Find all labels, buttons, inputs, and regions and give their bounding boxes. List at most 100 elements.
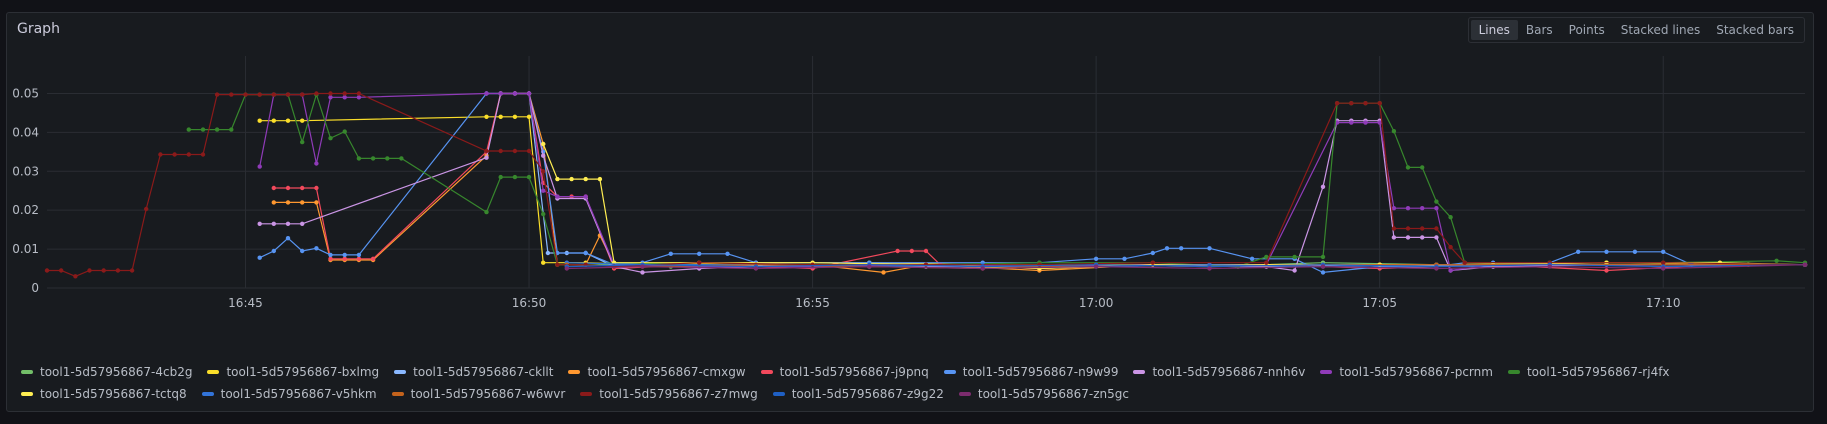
- legend-item[interactable]: tool1-5d57956867-j9pnq: [760, 361, 929, 383]
- data-point: [342, 256, 347, 261]
- data-point: [1632, 249, 1638, 254]
- data-point: [1576, 249, 1581, 254]
- y-tick-label: 0.04: [12, 125, 39, 139]
- graph-panel: Graph Lines Bars Points Stacked lines St…: [6, 12, 1814, 412]
- data-point: [668, 251, 673, 256]
- data-point: [867, 264, 872, 269]
- y-tick-label: 0.05: [12, 86, 39, 100]
- data-point: [1448, 268, 1453, 273]
- legend-swatch: [391, 392, 404, 396]
- data-point: [1434, 206, 1439, 211]
- data-point: [555, 262, 560, 267]
- series-layer: [44, 91, 1808, 279]
- legend-swatch: [580, 392, 593, 396]
- data-point: [1420, 206, 1425, 211]
- legend-item[interactable]: tool1-5d57956867-w6wvr: [391, 383, 565, 405]
- data-point: [1320, 270, 1326, 275]
- legend-item[interactable]: tool1-5d57956867-tctq8: [21, 383, 187, 405]
- data-point: [356, 91, 362, 96]
- series-tool1-5d57956867-rj4fx: [186, 92, 1808, 269]
- legend-label: tool1-5d57956867-rj4fx: [1526, 365, 1670, 379]
- x-tick-label: 17:00: [1079, 296, 1114, 310]
- data-point: [356, 156, 362, 161]
- data-point: [1405, 165, 1411, 170]
- data-point: [753, 266, 759, 271]
- legend-label: tool1-5d57956867-nnh6v: [1152, 365, 1306, 379]
- data-point: [200, 127, 206, 132]
- series-line: [259, 92, 1805, 274]
- data-point: [725, 251, 730, 256]
- legend-item[interactable]: tool1-5d57956867-z7mwg: [580, 383, 758, 405]
- data-point: [484, 209, 489, 215]
- legend-item[interactable]: tool1-5d57956867-cmxgw: [568, 361, 746, 383]
- legend-swatch: [1133, 370, 1146, 374]
- data-point: [300, 185, 305, 191]
- data-point: [1320, 184, 1326, 189]
- data-point: [285, 118, 291, 123]
- data-point: [229, 127, 234, 132]
- data-point: [1405, 226, 1411, 231]
- data-point: [564, 266, 569, 271]
- series-line: [259, 92, 1805, 272]
- data-point: [1434, 226, 1439, 231]
- data-point: [526, 114, 532, 120]
- y-tick-label: 0: [31, 281, 39, 295]
- data-point: [200, 152, 206, 157]
- legend-item[interactable]: tool1-5d57956867-n9w99: [943, 361, 1118, 383]
- legend-item[interactable]: tool1-5d57956867-4cb2g: [21, 361, 192, 383]
- data-point: [597, 176, 603, 182]
- data-point: [356, 252, 362, 258]
- legend-item[interactable]: tool1-5d57956867-v5hkm: [201, 383, 377, 405]
- data-point: [541, 260, 546, 265]
- legend-item[interactable]: tool1-5d57956867-z9g22: [772, 383, 944, 405]
- series-tool1-5d57956867-nnh6v: [257, 91, 1808, 275]
- data-point: [328, 95, 333, 100]
- data-point: [1661, 249, 1666, 254]
- data-point: [101, 268, 106, 273]
- data-point: [314, 91, 319, 96]
- legend-item[interactable]: tool1-5d57956867-zn5gc: [958, 383, 1129, 405]
- legend-item[interactable]: tool1-5d57956867-ckllt: [394, 361, 553, 383]
- data-point: [73, 274, 78, 279]
- data-point: [115, 268, 121, 273]
- data-point: [214, 127, 220, 132]
- legend-label: tool1-5d57956867-ckllt: [413, 365, 554, 379]
- data-point: [328, 256, 333, 261]
- data-point: [541, 169, 546, 174]
- data-point: [314, 200, 319, 205]
- data-point: [1093, 264, 1099, 269]
- data-point: [1334, 101, 1340, 106]
- legend-row: tool1-5d57956867-4cb2g tool1-5d57956867-b…: [21, 361, 1811, 405]
- legend-swatch: [943, 370, 956, 374]
- data-point: [512, 174, 518, 180]
- x-tick-label: 16:55: [795, 296, 830, 310]
- data-point: [512, 114, 518, 120]
- legend-item[interactable]: tool1-5d57956867-nnh6v: [1133, 361, 1305, 383]
- data-point: [1377, 101, 1382, 106]
- data-point: [300, 139, 305, 145]
- chart-legend: tool1-5d57956867-4cb2g tool1-5d57956867-b…: [21, 361, 1811, 405]
- data-point: [1661, 266, 1666, 271]
- data-point: [1179, 246, 1184, 251]
- legend-item[interactable]: tool1-5d57956867-rj4fx: [1507, 361, 1670, 383]
- data-point: [1802, 262, 1808, 267]
- data-point: [498, 91, 503, 96]
- data-point: [697, 251, 702, 256]
- legend-swatch: [207, 370, 220, 374]
- series-line: [486, 92, 1805, 268]
- data-point: [640, 264, 645, 269]
- data-point: [545, 250, 551, 256]
- data-point: [526, 174, 532, 180]
- data-point: [328, 91, 333, 96]
- data-point: [498, 114, 503, 120]
- data-point: [541, 141, 546, 147]
- data-point: [342, 91, 347, 96]
- legend-item[interactable]: tool1-5d57956867-bxlmg: [207, 361, 379, 383]
- legend-label: tool1-5d57956867-z9g22: [791, 387, 944, 401]
- legend-item[interactable]: tool1-5d57956867-pcrnm: [1320, 361, 1493, 383]
- data-point: [1150, 260, 1156, 265]
- data-point: [44, 268, 50, 273]
- data-point: [257, 92, 262, 97]
- data-point: [526, 148, 532, 154]
- data-point: [923, 248, 929, 254]
